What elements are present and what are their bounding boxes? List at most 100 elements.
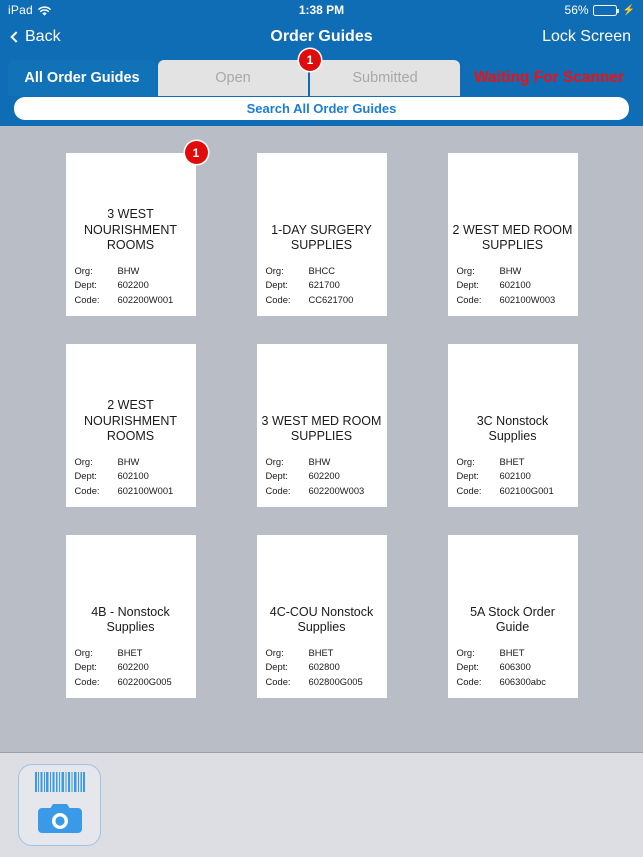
meta-value-org: BHW xyxy=(499,265,522,277)
order-guide-card[interactable]: 3C Nonstock Supplies Org: BHET Dept: 602100 C… xyxy=(447,344,578,507)
order-guide-title: 2 WEST NOURISHMENT ROOMS xyxy=(83,397,178,444)
meta-value-dept: 602200 xyxy=(117,279,149,291)
order-guide-meta: Org: BHET Dept: 602200 Code: 602200G005 xyxy=(66,646,196,698)
order-guide-card[interactable]: 1-DAY SURGERY SUPPLIES Org: BHCC Dept: 62170… xyxy=(256,153,387,316)
status-bar-left: iPad xyxy=(8,3,51,17)
navigation-bar: Back Order Guides Lock Screen xyxy=(0,20,643,54)
meta-value-code: 602200W001 xyxy=(117,293,174,305)
order-guide-card[interactable]: 4C-COU Nonstock Supplies Org: BHET Dept: 602… xyxy=(256,535,387,698)
meta-value-org: BHW xyxy=(117,456,140,468)
chevron-left-icon xyxy=(10,31,22,43)
meta-label-org: Org: xyxy=(265,647,284,659)
tab-all-order-guides[interactable]: All Order Guides xyxy=(8,60,156,96)
meta-row-org: Org: BHW xyxy=(266,455,387,469)
meta-row-dept: Dept: 602100 xyxy=(457,469,578,483)
meta-row-code: Code: 602100G001 xyxy=(457,484,578,498)
app-screen: iPad 1:38 PM 56% ⚡ Back Order Guides Loc xyxy=(0,0,643,857)
order-guide-title: 4C-COU Nonstock Supplies xyxy=(269,604,374,635)
meta-row-code: Code: 606300abc xyxy=(457,675,578,689)
order-guide-card[interactable]: 2 WEST NOURISHMENT ROOMS Org: BHW Dept: 6021… xyxy=(65,344,196,507)
meta-label-org: Org: xyxy=(265,456,284,468)
meta-label-code: Code: xyxy=(456,484,482,496)
meta-label-code: Code: xyxy=(265,293,291,305)
order-guide-meta: Org: BHET Dept: 602100 Code: 602100G001 xyxy=(448,455,578,507)
back-button-label: Back xyxy=(25,28,61,45)
meta-label-dept: Dept: xyxy=(265,661,288,673)
order-guide-meta: Org: BHET Dept: 602800 Code: 602800G005 xyxy=(257,646,387,698)
meta-row-dept: Dept: 602100 xyxy=(75,469,196,483)
meta-value-code: CC621700 xyxy=(308,293,354,305)
back-button[interactable]: Back xyxy=(10,28,61,46)
order-guide-meta: Org: BHCC Dept: 621700 Code: CC621700 xyxy=(257,264,387,316)
meta-label-code: Code: xyxy=(74,293,100,305)
scanner-status-label: Waiting For Scanner xyxy=(474,69,625,86)
meta-label-code: Code: xyxy=(456,675,482,687)
meta-value-code: 602100W001 xyxy=(117,484,174,496)
camera-icon xyxy=(37,803,82,839)
order-guide-card[interactable]: 3 WEST NOURISHMENT ROOMS Org: BHW Dept: 6022… xyxy=(65,141,208,316)
meta-row-org: Org: BHW xyxy=(75,264,196,278)
order-guide-title: 5A Stock Order Guide xyxy=(470,604,555,635)
meta-label-dept: Dept: xyxy=(265,279,288,291)
meta-label-org: Org: xyxy=(456,265,475,277)
search-input[interactable] xyxy=(14,97,629,120)
device-name: iPad xyxy=(8,3,33,17)
order-guide-title: 3C Nonstock Supplies xyxy=(476,413,549,444)
meta-row-dept: Dept: 602200 xyxy=(75,278,196,292)
meta-label-code: Code: xyxy=(74,484,100,496)
meta-row-code: Code: 602200W003 xyxy=(266,484,387,498)
meta-value-code: 602200G005 xyxy=(117,675,172,687)
meta-value-org: BHET xyxy=(308,647,334,659)
order-guide-card-grid: 3 WEST NOURISHMENT ROOMS Org: BHW Dept: 6022… xyxy=(0,141,643,698)
meta-label-dept: Dept: xyxy=(456,470,479,482)
meta-label-org: Org: xyxy=(74,265,93,277)
order-guide-card[interactable]: 5A Stock Order Guide Org: BHET Dept: 606300 C… xyxy=(447,535,578,698)
barcode-camera-scan-button[interactable] xyxy=(18,764,101,846)
meta-row-org: Org: BHET xyxy=(457,646,578,660)
meta-value-code: 602200W003 xyxy=(308,484,365,496)
meta-value-org: BHW xyxy=(117,265,140,277)
status-bar: iPad 1:38 PM 56% ⚡ xyxy=(0,0,643,20)
meta-label-dept: Dept: xyxy=(74,279,97,291)
meta-value-org: BHET xyxy=(499,456,525,468)
tab-submitted[interactable]: Submitted 1 xyxy=(299,49,460,96)
meta-value-org: BHW xyxy=(308,456,331,468)
meta-label-dept: Dept: xyxy=(456,279,479,291)
tab-label: Submitted xyxy=(352,70,418,86)
order-guide-card[interactable]: 2 WEST MED ROOM SUPPLIES Org: BHW Dept: 6021… xyxy=(447,153,578,316)
order-guide-card[interactable]: 4B - Nonstock Supplies Org: BHET Dept: 60220… xyxy=(65,535,196,698)
order-guide-title: 3 WEST NOURISHMENT ROOMS xyxy=(83,206,178,253)
meta-label-code: Code: xyxy=(456,293,482,305)
meta-row-dept: Dept: 602200 xyxy=(75,660,196,674)
meta-row-code: Code: 602100W001 xyxy=(75,484,196,498)
meta-value-code: 602100W003 xyxy=(499,293,556,305)
meta-row-dept: Dept: 602800 xyxy=(266,660,387,674)
meta-row-dept: Dept: 621700 xyxy=(266,278,387,292)
meta-value-code: 606300abc xyxy=(499,675,546,687)
tab-open[interactable]: Open xyxy=(158,60,308,96)
lock-screen-button[interactable]: Lock Screen xyxy=(542,28,631,46)
tab-badge-count: 1 xyxy=(299,49,321,71)
tab-label: Open xyxy=(215,70,251,86)
order-guide-badge-count: 1 xyxy=(184,141,208,164)
meta-label-dept: Dept: xyxy=(74,661,97,673)
order-guide-card[interactable]: 3 WEST MED ROOM SUPPLIES Org: BHW Dept: 6022… xyxy=(256,344,387,507)
meta-value-org: BHET xyxy=(117,647,143,659)
meta-label-org: Org: xyxy=(74,647,93,659)
order-guide-meta: Org: BHW Dept: 602200 Code: 602200W001 xyxy=(66,264,196,316)
meta-row-org: Org: BHCC xyxy=(266,264,387,278)
meta-row-org: Org: BHW xyxy=(75,455,196,469)
status-bar-right: 56% ⚡ xyxy=(565,3,635,17)
meta-label-org: Org: xyxy=(456,456,475,468)
meta-label-code: Code: xyxy=(74,675,100,687)
meta-label-dept: Dept: xyxy=(265,470,288,482)
meta-label-org: Org: xyxy=(265,265,284,277)
order-guide-title: 4B - Nonstock Supplies xyxy=(91,604,170,635)
meta-value-org: BHCC xyxy=(308,265,336,277)
meta-value-org: BHET xyxy=(499,647,525,659)
meta-value-dept: 602100 xyxy=(499,279,531,291)
search-bar xyxy=(0,96,643,126)
battery-icon xyxy=(592,4,619,16)
meta-label-org: Org: xyxy=(456,647,475,659)
order-guide-title: 3 WEST MED ROOM SUPPLIES xyxy=(261,413,382,444)
